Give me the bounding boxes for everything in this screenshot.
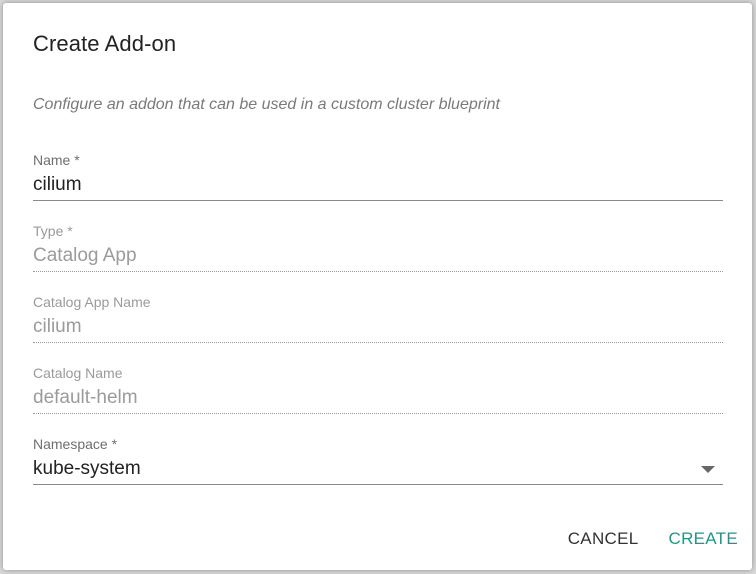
catalog-app-name-field: Catalog App Name cilium (33, 294, 723, 350)
catalog-app-name-value: cilium (33, 316, 82, 337)
name-underline (33, 200, 723, 201)
catalog-name-field: Catalog Name default-helm (33, 365, 723, 421)
namespace-underline (33, 484, 723, 485)
create-button[interactable]: CREATE (669, 525, 739, 553)
namespace-select[interactable]: Namespace * kube-system (33, 436, 723, 492)
namespace-value[interactable]: kube-system (33, 458, 141, 480)
catalog-name-label: Catalog Name (33, 365, 123, 381)
catalog-app-name-label: Catalog App Name (33, 294, 151, 310)
dialog-actions: CANCEL CREATE (568, 525, 738, 553)
namespace-label: Namespace * (33, 436, 118, 452)
dialog-subtitle: Configure an addon that can be used in a… (33, 96, 500, 113)
catalog-app-name-underline (33, 342, 723, 343)
name-input[interactable]: cilium (33, 174, 82, 196)
cancel-button[interactable]: CANCEL (568, 525, 639, 553)
type-field: Type * Catalog App (33, 223, 723, 279)
dialog-title: Create Add-on (33, 31, 177, 56)
name-label: Name * (33, 152, 80, 168)
catalog-name-value: default-helm (33, 387, 138, 408)
type-value: Catalog App (33, 245, 137, 266)
create-addon-dialog: Create Add-on Configure an addon that ca… (3, 3, 752, 570)
type-underline (33, 271, 723, 272)
name-field[interactable]: Name * cilium (33, 152, 723, 208)
type-label: Type * (33, 223, 73, 239)
catalog-name-underline (33, 413, 723, 414)
chevron-down-icon[interactable] (701, 466, 715, 473)
